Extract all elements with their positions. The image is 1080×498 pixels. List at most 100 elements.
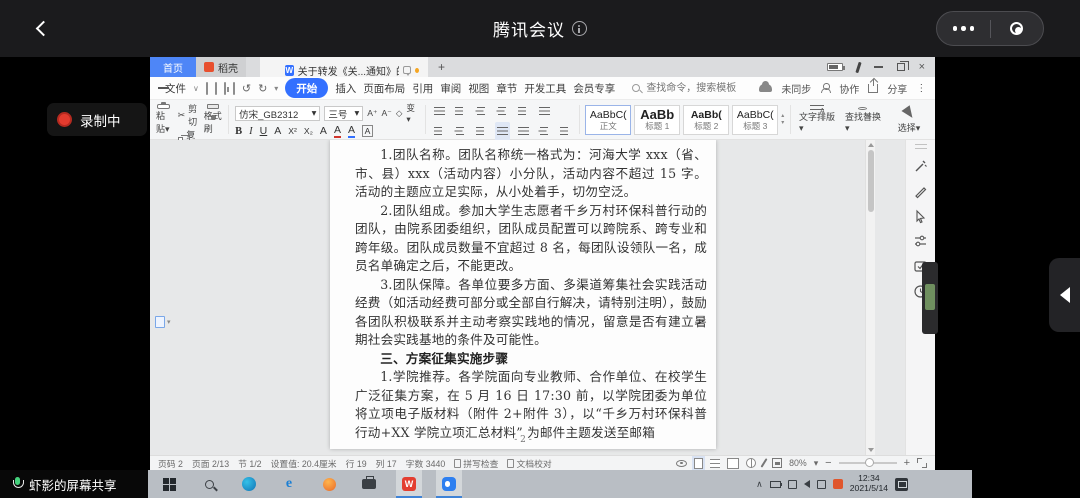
- comment-icon[interactable]: [403, 66, 411, 74]
- align-right-button[interactable]: [474, 122, 489, 142]
- subscript-button[interactable]: X₂: [304, 126, 313, 136]
- tray-app-icon[interactable]: [788, 480, 797, 489]
- underline-button[interactable]: U: [260, 125, 268, 137]
- adjust-sliders-icon[interactable]: [913, 234, 928, 249]
- taskbar-ie[interactable]: e: [276, 470, 302, 498]
- numbered-list-button[interactable]: [453, 102, 468, 122]
- menu-tab-page-layout[interactable]: 页面布局: [363, 81, 405, 96]
- decrease-indent-button[interactable]: [474, 102, 489, 122]
- taskbar-wps[interactable]: W: [396, 470, 422, 498]
- shading-button[interactable]: [558, 122, 573, 142]
- sort-button[interactable]: [537, 102, 552, 122]
- spell-check-button[interactable]: 拼写检查: [454, 457, 498, 470]
- char-border-button[interactable]: A: [274, 125, 281, 137]
- action-center-icon[interactable]: [895, 478, 908, 491]
- menu-tab-references[interactable]: 引用: [412, 81, 433, 96]
- superscript-button[interactable]: X²: [288, 126, 297, 136]
- font-size-select[interactable]: 三号▾: [324, 106, 363, 121]
- tab-home[interactable]: 首页: [150, 57, 196, 77]
- video-panel-toggle[interactable]: [1049, 258, 1080, 332]
- restore-button[interactable]: [897, 63, 905, 71]
- close-button[interactable]: ×: [919, 62, 925, 73]
- zoom-out-button[interactable]: −: [825, 458, 831, 469]
- taskbar-search-button[interactable]: [196, 470, 222, 498]
- tab-docer[interactable]: 稻壳: [196, 57, 246, 77]
- scroll-down-icon[interactable]: [868, 448, 874, 452]
- ink-mode-icon[interactable]: [760, 458, 767, 468]
- menu-tab-start[interactable]: 开始: [285, 78, 328, 98]
- show-marks-button[interactable]: [516, 102, 531, 122]
- justify-button[interactable]: [495, 122, 510, 142]
- share-button[interactable]: 分享: [887, 81, 907, 96]
- command-search-input[interactable]: [644, 82, 752, 95]
- preview-icon[interactable]: [233, 82, 235, 95]
- taskbar-clock[interactable]: 12:34 2021/5/14: [850, 474, 888, 493]
- clear-format-button[interactable]: ◇: [396, 108, 403, 119]
- print-layout-view-button[interactable]: [694, 458, 703, 469]
- style-heading2[interactable]: AaBb( 标题 2: [683, 105, 729, 135]
- save-icon[interactable]: [206, 82, 208, 95]
- select-button[interactable]: 选择▾: [889, 102, 929, 137]
- align-left-button[interactable]: [432, 122, 447, 142]
- redo-button[interactable]: ↻: [258, 82, 267, 95]
- highlight-color-button[interactable]: A: [334, 125, 341, 138]
- menu-tab-view[interactable]: 视图: [468, 81, 489, 96]
- tray-red-app-icon[interactable]: [833, 479, 843, 489]
- font-name-select[interactable]: 仿宋_GB2312▾: [235, 106, 320, 121]
- taskbar-file-explorer[interactable]: [356, 470, 382, 498]
- eye-protect-icon[interactable]: [676, 460, 687, 467]
- doc-proof-button[interactable]: 文档校对: [507, 457, 551, 470]
- vertical-scrollbar[interactable]: [865, 140, 875, 455]
- network-icon[interactable]: [817, 480, 826, 489]
- phonetic-guide-button[interactable]: 变▾: [406, 102, 418, 125]
- web-view-button[interactable]: [746, 458, 756, 468]
- more-button[interactable]: [937, 26, 990, 31]
- style-heading1[interactable]: AaBb 标题 1: [634, 105, 680, 135]
- menu-tab-insert[interactable]: 插入: [335, 81, 356, 96]
- document-page[interactable]: 1.团队名称。团队名称统一格式为：河海大学 xxx（省、市、县）xxx（活动内容…: [330, 140, 716, 449]
- minimize-button[interactable]: [874, 66, 883, 68]
- find-replace-button[interactable]: 查找替换▾: [843, 102, 883, 137]
- menu-tab-dev-tools[interactable]: 开发工具: [524, 81, 566, 96]
- new-tab-button[interactable]: +: [428, 57, 455, 77]
- back-button[interactable]: [38, 22, 52, 36]
- bullet-list-button[interactable]: [432, 102, 447, 122]
- text-layout-button[interactable]: 文字排版▾: [797, 102, 837, 137]
- command-search[interactable]: [632, 82, 752, 95]
- export-icon[interactable]: [215, 82, 217, 95]
- sync-status[interactable]: 未同步: [781, 81, 811, 96]
- font-color-button[interactable]: A: [348, 125, 355, 138]
- zoom-caret-icon[interactable]: ▾: [814, 458, 818, 469]
- align-center-button[interactable]: [453, 122, 468, 142]
- italic-button[interactable]: I: [249, 126, 253, 137]
- more-menu-button[interactable]: ⋮: [916, 83, 926, 94]
- status-word-count[interactable]: 字数 3440: [406, 457, 446, 470]
- shrink-font-button[interactable]: A⁻: [382, 108, 392, 119]
- line-spacing-button[interactable]: [537, 122, 552, 142]
- paste-options-button[interactable]: ▾: [155, 316, 171, 328]
- fullscreen-icon[interactable]: [917, 458, 927, 468]
- scrollbar-thumb[interactable]: [868, 150, 874, 212]
- menu-tab-review[interactable]: 审阅: [440, 81, 461, 96]
- collaborate-button[interactable]: 协作: [839, 81, 859, 96]
- zoom-slider-thumb[interactable]: [865, 458, 874, 467]
- info-icon[interactable]: [572, 21, 587, 36]
- undo-button[interactable]: ↺: [242, 82, 251, 95]
- capsule-close-button[interactable]: [991, 22, 1044, 35]
- taskbar-browser360[interactable]: [316, 470, 342, 498]
- enclose-char-button[interactable]: A: [362, 125, 373, 137]
- zoom-value[interactable]: 80%: [789, 458, 807, 468]
- taskbar-edge[interactable]: [236, 470, 262, 498]
- zoom-in-button[interactable]: +: [904, 458, 910, 469]
- increase-indent-button[interactable]: [495, 102, 510, 122]
- tray-expand-button[interactable]: ∧: [756, 479, 763, 490]
- style-heading3[interactable]: AaBbC( 标题 3: [732, 105, 778, 135]
- menu-tab-member[interactable]: 会员专享: [573, 81, 615, 96]
- taskbar-tencent-meeting[interactable]: [436, 470, 462, 498]
- char-shading-button[interactable]: A: [320, 125, 327, 137]
- grow-font-button[interactable]: A⁺: [367, 108, 377, 119]
- distribute-button[interactable]: [516, 122, 531, 142]
- print-icon[interactable]: [224, 82, 226, 95]
- format-painter-button[interactable]: 格式刷: [204, 102, 223, 137]
- fit-page-icon[interactable]: [772, 458, 782, 468]
